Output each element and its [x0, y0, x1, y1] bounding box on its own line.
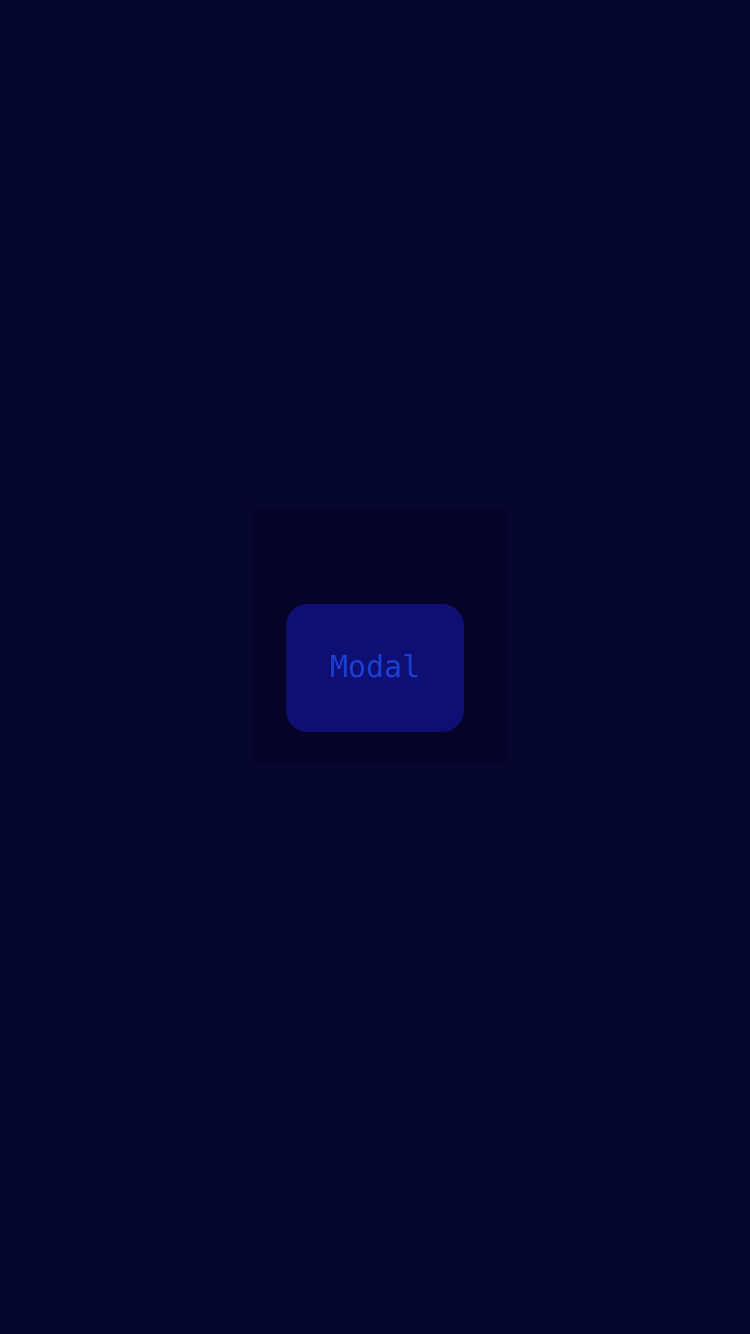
modal-button[interactable]: Modal [286, 604, 464, 732]
app-screen: Modal [0, 0, 750, 1334]
